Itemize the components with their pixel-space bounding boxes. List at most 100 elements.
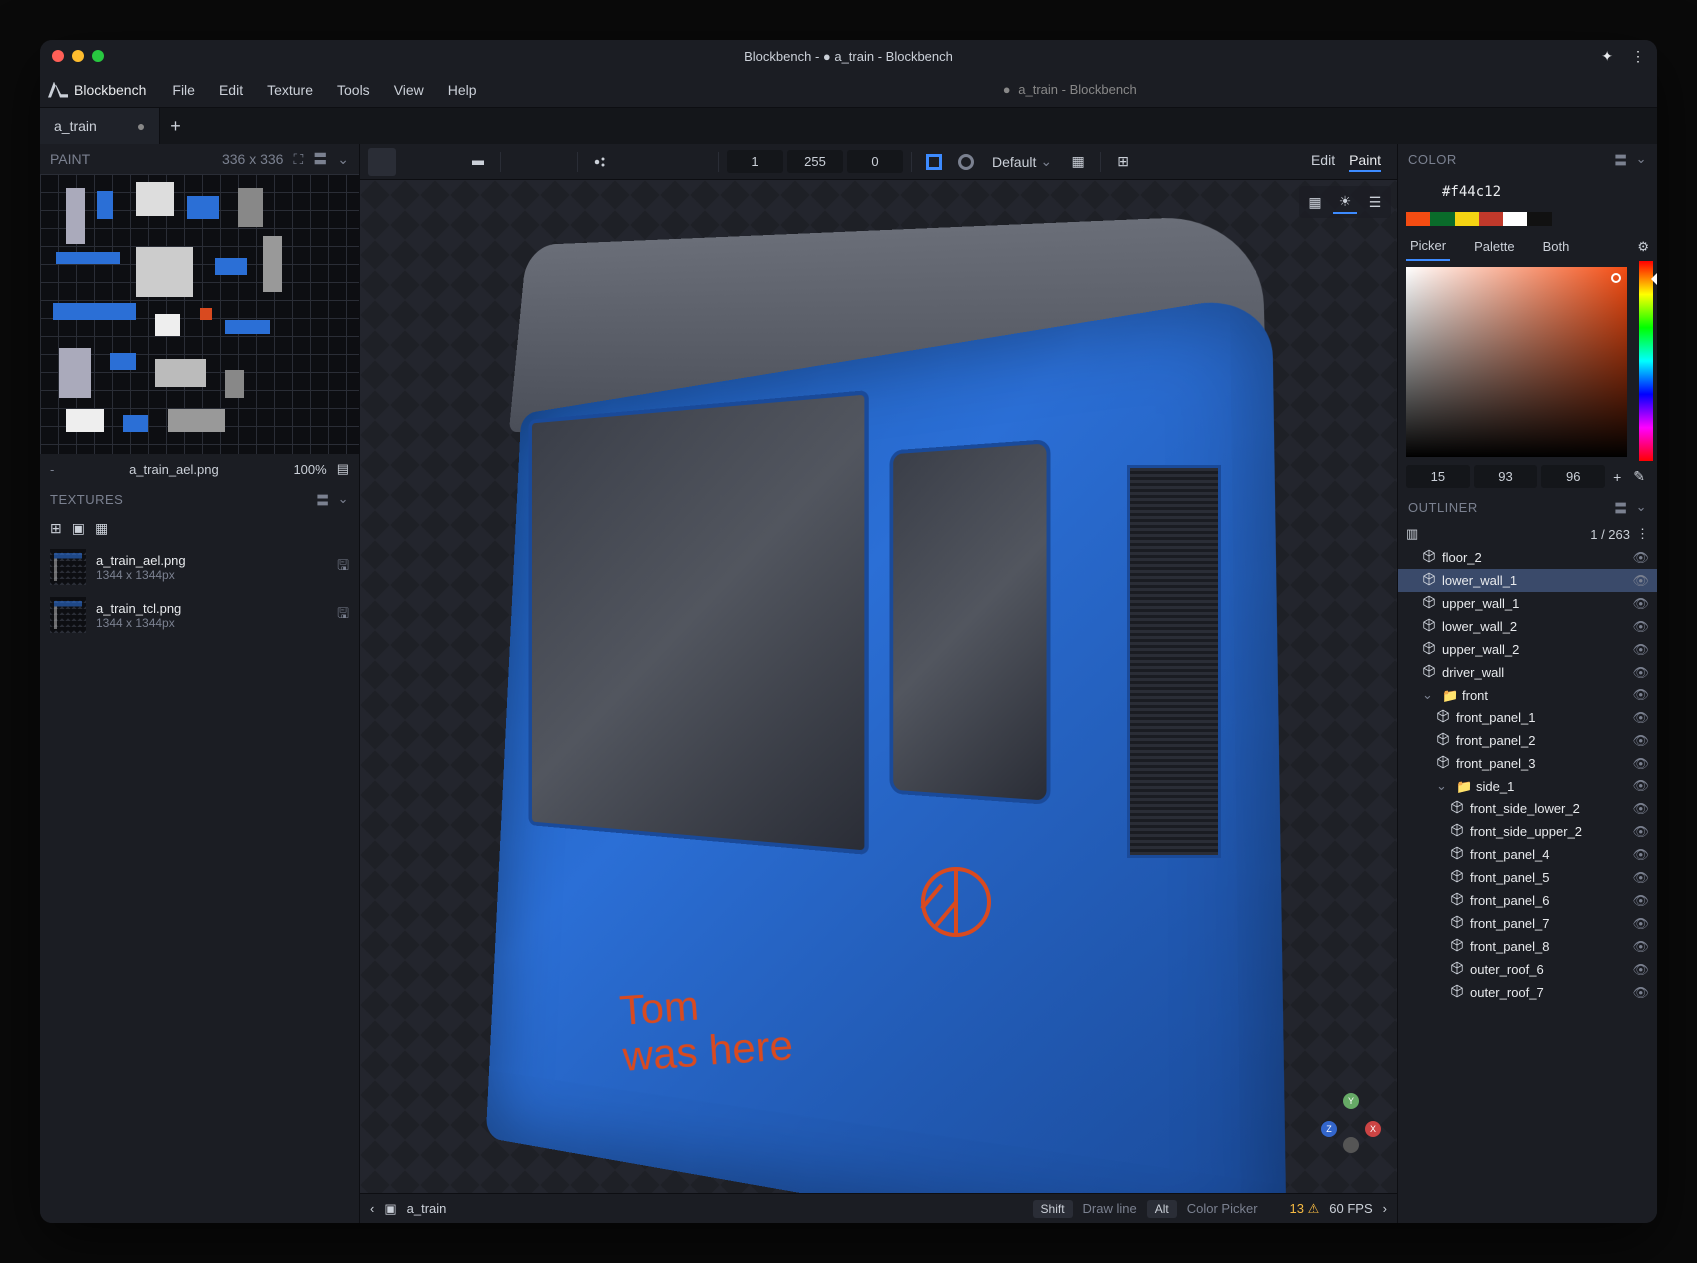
extension-icon[interactable]: ✦ xyxy=(1601,48,1613,65)
fill-tool-icon[interactable] xyxy=(400,148,428,176)
color-settings-icon[interactable]: ⚙ xyxy=(1637,239,1649,255)
screenshot-icon[interactable]: ▦ xyxy=(1303,190,1327,214)
visibility-toggle-icon[interactable]: 👁 xyxy=(1632,596,1649,612)
uv-editor[interactable] xyxy=(40,174,359,454)
viewport-menu-icon[interactable]: ☰ xyxy=(1363,190,1387,214)
visibility-toggle-icon[interactable]: 👁 xyxy=(1632,847,1649,863)
outliner-item[interactable]: front_panel_2👁 xyxy=(1398,729,1657,752)
uv-layout-icon[interactable]: ▤ xyxy=(337,461,349,477)
import-texture-icon[interactable]: ▣ xyxy=(72,520,85,537)
panel-options-icon[interactable]: 〓 xyxy=(313,149,327,169)
panel-collapse-icon[interactable]: ⌄ xyxy=(1636,151,1647,167)
outliner-item[interactable]: upper_wall_2👁 xyxy=(1398,638,1657,661)
outliner-item[interactable]: floor_2👁 xyxy=(1398,546,1657,569)
current-color-swatch[interactable] xyxy=(1406,178,1434,206)
shape-tool-icon[interactable] xyxy=(432,148,460,176)
save-texture-icon[interactable]: 🖫 xyxy=(337,603,349,627)
visibility-toggle-icon[interactable]: 👁 xyxy=(1632,893,1649,909)
mirror-tool-icon[interactable] xyxy=(586,148,614,176)
blend-mode-select[interactable]: Default ⌄ xyxy=(984,148,1060,176)
outliner-item[interactable]: lower_wall_2👁 xyxy=(1398,615,1657,638)
outliner-item[interactable]: upper_wall_1👁 xyxy=(1398,592,1657,615)
panel-collapse-icon[interactable]: ⌄ xyxy=(338,491,349,507)
menu-tools[interactable]: Tools xyxy=(327,76,380,104)
uv-prev-icon[interactable]: - xyxy=(50,462,54,477)
outliner-toggle-icon[interactable]: ▥ xyxy=(1406,526,1418,542)
recent-color-swatch[interactable] xyxy=(1527,212,1551,226)
selection-tool-icon[interactable] xyxy=(682,148,710,176)
visibility-toggle-icon[interactable]: 👁 xyxy=(1632,710,1649,726)
panel-collapse-icon[interactable]: ⌄ xyxy=(1636,499,1647,515)
menu-help[interactable]: Help xyxy=(438,76,487,104)
outliner-item[interactable]: front_panel_6👁 xyxy=(1398,889,1657,912)
recent-color-swatch[interactable] xyxy=(1600,212,1624,226)
menu-edit[interactable]: Edit xyxy=(209,76,253,104)
recent-color-swatch[interactable] xyxy=(1552,212,1576,226)
value-input[interactable]: 96 xyxy=(1541,465,1605,488)
menu-file[interactable]: File xyxy=(162,76,205,104)
tab-a-train[interactable]: a_train ● xyxy=(40,108,160,144)
outliner-item[interactable]: driver_wall👁 xyxy=(1398,661,1657,684)
visibility-toggle-icon[interactable]: 👁 xyxy=(1632,870,1649,886)
texture-grid-icon[interactable]: ▦ xyxy=(95,520,108,537)
chevron-down-icon[interactable]: ⌄ xyxy=(1436,778,1450,794)
outliner-item[interactable]: front_panel_4👁 xyxy=(1398,843,1657,866)
minimize-window-icon[interactable] xyxy=(72,50,84,62)
visibility-toggle-icon[interactable]: 👁 xyxy=(1632,665,1649,681)
outliner-folder[interactable]: ⌄📁front👁 xyxy=(1398,684,1657,706)
hue-slider[interactable] xyxy=(1639,261,1653,461)
brush-shape-square[interactable] xyxy=(920,148,948,176)
outliner-item[interactable]: front_side_upper_2👁 xyxy=(1398,820,1657,843)
visibility-toggle-icon[interactable]: 👁 xyxy=(1632,619,1649,635)
eyedropper-tool-icon[interactable] xyxy=(541,148,569,176)
mode-paint[interactable]: Paint xyxy=(1349,152,1381,172)
shading-icon[interactable]: ☀ xyxy=(1333,190,1357,214)
fullscreen-icon[interactable]: ⛶ xyxy=(293,151,303,168)
nav-back-icon[interactable]: ‹ xyxy=(370,1201,374,1216)
brush-tool-icon[interactable] xyxy=(368,148,396,176)
recent-color-swatch[interactable] xyxy=(1503,212,1527,226)
color-hex-input[interactable]: #f44c12 xyxy=(1442,184,1501,200)
menu-texture[interactable]: Texture xyxy=(257,76,323,104)
gradient-tool-icon[interactable] xyxy=(464,148,492,176)
outliner-item[interactable]: front_panel_7👁 xyxy=(1398,912,1657,935)
painting-grid-icon[interactable]: ⊞ xyxy=(1109,148,1137,176)
viewport-3d[interactable]: Tom was here ▦ ☀ ☰ Y Z X xyxy=(360,180,1397,1193)
menu-view[interactable]: View xyxy=(384,76,434,104)
panel-options-icon[interactable]: 〓 xyxy=(1614,498,1628,517)
outliner-item[interactable]: front_panel_5👁 xyxy=(1398,866,1657,889)
color-picker-area[interactable] xyxy=(1406,267,1627,457)
nav-forward-icon[interactable]: › xyxy=(1383,1201,1387,1216)
outliner-item[interactable]: front_panel_8👁 xyxy=(1398,935,1657,958)
warning-count[interactable]: 13 ⚠ xyxy=(1290,1201,1320,1217)
mode-edit[interactable]: Edit xyxy=(1311,152,1335,172)
outliner-item[interactable]: outer_roof_7👁 xyxy=(1398,981,1657,1004)
visibility-toggle-icon[interactable]: 👁 xyxy=(1632,756,1649,772)
add-swatch-icon[interactable]: + xyxy=(1609,469,1625,485)
axis-gizmo[interactable]: Y Z X xyxy=(1321,1093,1381,1153)
visibility-toggle-icon[interactable]: 👁 xyxy=(1632,573,1649,589)
outliner-menu-icon[interactable]: ⋮ xyxy=(1636,526,1649,542)
recent-color-swatch[interactable] xyxy=(1479,212,1503,226)
hue-input[interactable]: 15 xyxy=(1406,465,1470,488)
visibility-toggle-icon[interactable]: 👁 xyxy=(1632,824,1649,840)
brush-shape-circle[interactable] xyxy=(952,148,980,176)
outliner-item[interactable]: outer_roof_6👁 xyxy=(1398,958,1657,981)
recent-color-swatch[interactable] xyxy=(1406,212,1430,226)
recent-color-swatch[interactable] xyxy=(1625,212,1649,226)
chevron-down-icon[interactable]: ⌄ xyxy=(1422,687,1436,703)
outliner-folder[interactable]: ⌄📁side_1👁 xyxy=(1398,775,1657,797)
color-tab-picker[interactable]: Picker xyxy=(1406,232,1450,261)
maximize-window-icon[interactable] xyxy=(92,50,104,62)
panel-collapse-icon[interactable]: ⌄ xyxy=(337,151,349,168)
visibility-toggle-icon[interactable]: 👁 xyxy=(1632,985,1649,1001)
color-tab-both[interactable]: Both xyxy=(1539,233,1574,260)
outliner-item[interactable]: lower_wall_1👁 xyxy=(1398,569,1657,592)
color-tab-palette[interactable]: Palette xyxy=(1470,233,1518,260)
visibility-toggle-icon[interactable]: 👁 xyxy=(1632,916,1649,932)
add-texture-icon[interactable]: ⊞ xyxy=(50,520,62,537)
visibility-toggle-icon[interactable]: 👁 xyxy=(1632,801,1649,817)
copy-tool-icon[interactable] xyxy=(650,148,678,176)
outliner-item[interactable]: front_panel_3👁 xyxy=(1398,752,1657,775)
recent-color-swatch[interactable] xyxy=(1455,212,1479,226)
